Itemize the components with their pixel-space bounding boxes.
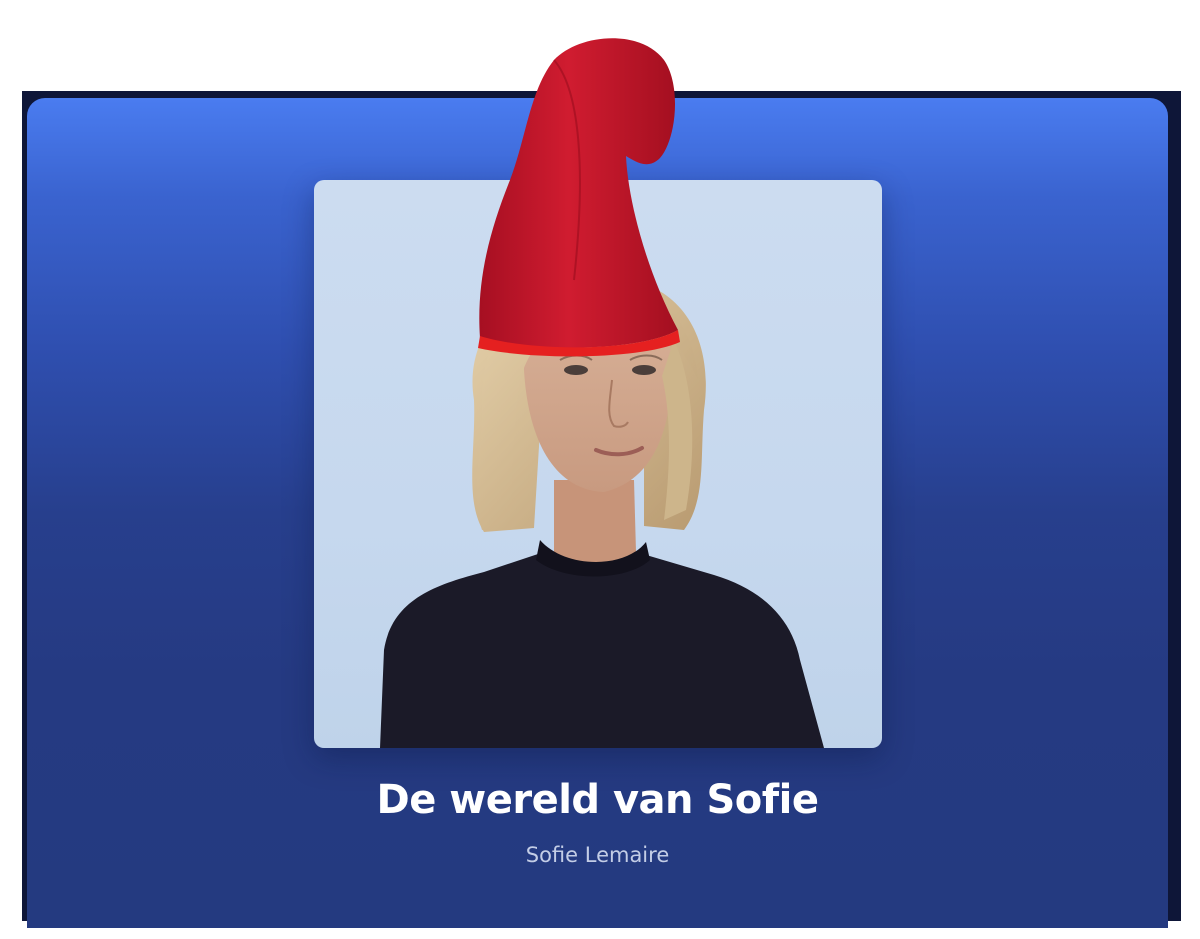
podcast-title: De wereld van Sofie: [376, 777, 819, 823]
gnome-hat-icon: [478, 38, 680, 357]
page: De wereld van Sofie Sofie Lemaire: [0, 0, 1200, 939]
podcast-author-link[interactable]: Sofie Lemaire: [27, 840, 1168, 870]
